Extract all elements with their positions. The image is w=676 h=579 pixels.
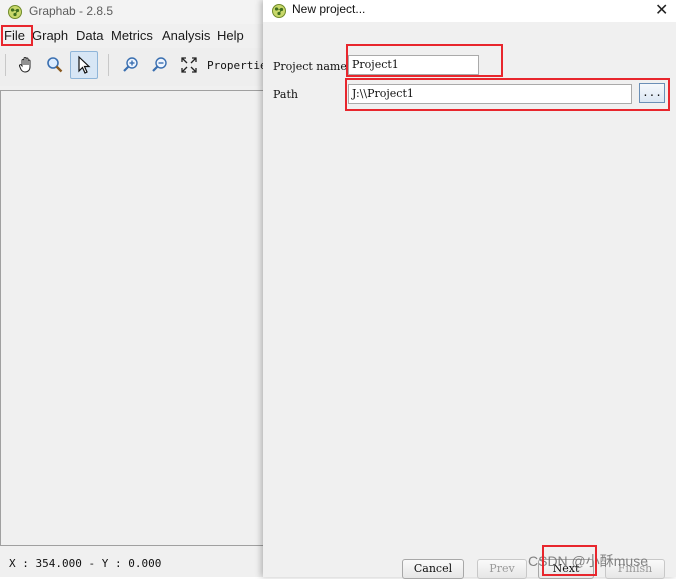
prev-button[interactable]: Prev (477, 559, 527, 579)
zoom-out-button[interactable] (146, 51, 174, 79)
zoom-in-icon (123, 57, 138, 72)
graphab-logo-icon (272, 4, 286, 18)
fit-extent-icon (181, 57, 197, 73)
properties-button[interactable]: Propertie (207, 59, 267, 72)
pan-tool-button[interactable] (12, 51, 40, 79)
menu-data[interactable]: Data (76, 28, 103, 43)
zoom-tool-button[interactable] (41, 51, 69, 79)
path-input[interactable]: J:\\Project1 (348, 84, 632, 104)
coordinate-status: X : 354.000 - Y : 0.000 (9, 557, 162, 570)
toolbar-separator (108, 54, 109, 76)
graphab-logo-icon (8, 5, 22, 19)
close-icon[interactable]: ✕ (655, 0, 668, 19)
zoom-out-icon (152, 57, 167, 72)
dialog-title: New project... (292, 2, 366, 16)
menubar: File Graph Data Metrics Analysis Help (0, 26, 264, 46)
toolbar: Propertie (0, 48, 267, 86)
app-title: Graphab - 2.8.5 (29, 4, 114, 18)
new-project-dialog: New project... ✕ Project name Project1 P… (263, 0, 676, 579)
magnifier-icon (47, 57, 63, 73)
menu-metrics[interactable]: Metrics (111, 28, 153, 43)
path-label: Path (273, 88, 298, 101)
project-name-label: Project name (273, 60, 347, 73)
browse-button[interactable]: ... (639, 83, 665, 103)
menu-graph[interactable]: Graph (32, 28, 68, 43)
map-canvas[interactable] (0, 90, 263, 546)
cancel-button[interactable]: Cancel (402, 559, 464, 579)
pointer-icon (78, 55, 91, 74)
toolbar-separator (5, 54, 6, 76)
select-tool-button[interactable] (70, 51, 98, 79)
hand-icon (18, 57, 31, 73)
project-name-input[interactable]: Project1 (348, 55, 479, 75)
watermark-text: CSDN @小酥muse (528, 553, 649, 569)
fit-extent-button[interactable] (175, 51, 203, 79)
menu-analysis[interactable]: Analysis (162, 28, 210, 43)
dialog-titlebar[interactable]: New project... ✕ (263, 0, 676, 22)
zoom-in-button[interactable] (117, 51, 145, 79)
menu-help[interactable]: Help (217, 28, 244, 43)
menu-file[interactable]: File (4, 28, 25, 43)
